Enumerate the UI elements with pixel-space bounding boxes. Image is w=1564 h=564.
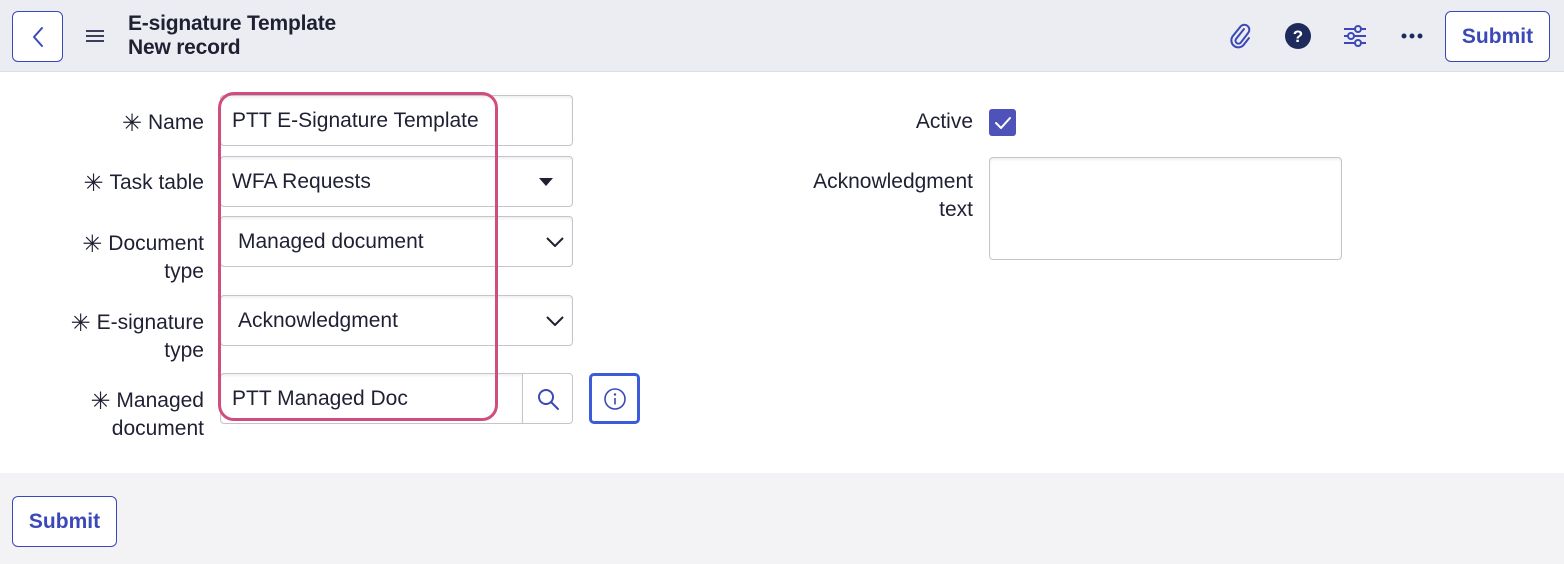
lookup-button[interactable] <box>522 373 573 424</box>
search-icon <box>537 388 559 410</box>
required-marker: ✳ <box>121 110 142 137</box>
name-input[interactable]: PTT E-Signature Template <box>220 95 573 146</box>
sliders-icon <box>1344 25 1366 47</box>
chevron-down-icon <box>538 315 572 326</box>
info-icon <box>603 387 626 410</box>
back-button[interactable] <box>12 11 63 62</box>
required-marker: ✳ <box>70 310 91 337</box>
active-checkbox[interactable] <box>989 109 1016 136</box>
attachment-button[interactable] <box>1226 22 1254 50</box>
record-header: E-signature Template New record ? Submit <box>0 0 1564 72</box>
form-title: E-signature Template <box>128 12 336 35</box>
help-button[interactable]: ? <box>1284 22 1312 50</box>
task-table-label: ✳ Task table <box>83 170 204 197</box>
active-label: Active <box>915 110 973 133</box>
form-footer: Submit <box>0 473 1564 564</box>
paperclip-icon <box>1230 23 1251 49</box>
acknowledgment-text-area[interactable] <box>989 157 1342 260</box>
required-marker: ✳ <box>90 388 111 415</box>
svg-text:?: ? <box>1293 27 1303 46</box>
checkmark-icon <box>994 116 1011 129</box>
submit-button-bottom[interactable]: Submit <box>12 496 117 547</box>
managed-document-label: ✳ Managed document <box>90 388 204 440</box>
document-type-label: ✳ Document type <box>82 231 204 283</box>
personalize-form-button[interactable] <box>1341 22 1369 50</box>
document-type-select[interactable]: Managed document <box>220 216 573 267</box>
hamburger-menu-icon <box>86 30 104 42</box>
task-table-select[interactable]: WFA Requests <box>220 156 573 207</box>
required-marker: ✳ <box>82 231 103 258</box>
chevron-down-icon <box>538 236 572 247</box>
chevron-left-icon <box>32 26 43 47</box>
acknowledgment-text-label: Acknowledgment text <box>813 170 973 221</box>
name-label: ✳ Name <box>121 110 204 137</box>
context-menu-button[interactable] <box>82 22 108 50</box>
managed-document-input[interactable]: PTT Managed Doc <box>220 373 523 424</box>
form-subtitle: New record <box>128 36 241 59</box>
esignature-type-label: ✳ E-signature type <box>70 310 205 362</box>
caret-down-icon <box>520 177 572 186</box>
help-icon: ? <box>1285 23 1311 49</box>
more-options-button[interactable] <box>1398 22 1426 50</box>
esignature-type-select[interactable]: Acknowledgment <box>220 295 573 346</box>
record-title: E-signature Template New record <box>128 12 336 60</box>
required-marker: ✳ <box>83 170 104 197</box>
submit-button-top[interactable]: Submit <box>1445 11 1550 62</box>
more-options-icon <box>1401 33 1423 39</box>
preview-record-button[interactable] <box>589 373 640 424</box>
